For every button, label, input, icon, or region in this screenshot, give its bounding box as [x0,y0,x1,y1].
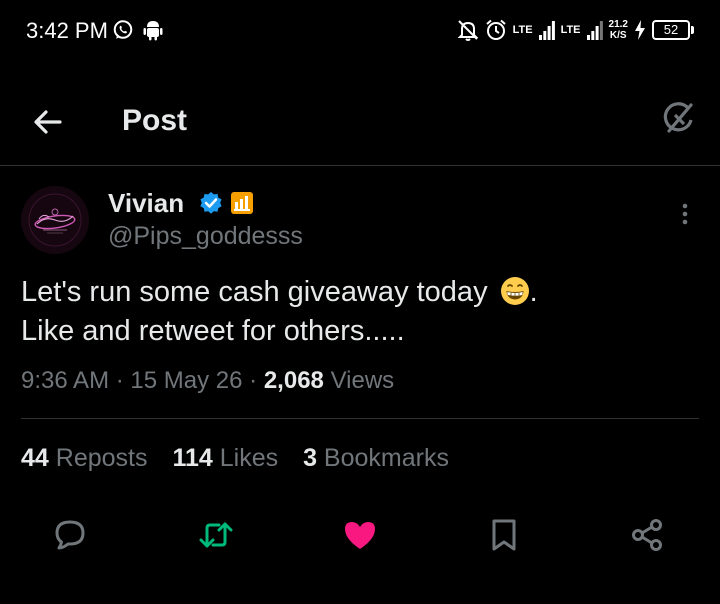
post-text-line: Let's run some cash giveaway today . [21,276,538,308]
battery-icon: 52 [652,20,694,40]
alarm-icon [485,19,506,40]
share-icon [632,519,662,551]
post-text: Let's run some cash giveaway today . Lik… [21,273,701,351]
author-name[interactable]: Vivian [108,188,184,219]
back-arrow-icon[interactable] [28,102,68,142]
reply-button[interactable] [50,515,90,555]
android-icon [143,21,163,41]
affiliate-badge-icon[interactable] [231,192,253,214]
page-title: Post [122,104,188,137]
post-time: 9:36 AM [21,367,110,394]
reposts-stat[interactable]: 44 Reposts [21,444,147,472]
network-speed: 21.2 K/S [608,19,628,41]
meta-separator: · [249,367,258,394]
post-stats: 44 Reposts 114 Likes 3 Bookmarks [21,444,467,473]
bookmarks-stat[interactable]: 3 Bookmarks [303,444,449,472]
repost-button[interactable] [196,515,236,555]
action-bar [0,515,720,555]
share-button[interactable] [627,515,667,555]
do-not-disturb-icon [457,20,479,41]
charging-icon [635,20,645,40]
post-text-line: Like and retweet for others..... [21,315,405,347]
views-count[interactable]: 2,068 [264,367,324,394]
divider [21,418,699,419]
status-time: 3:42 PM [26,18,108,43]
bookmark-icon [492,519,516,551]
more-options-icon[interactable] [674,202,696,228]
signal-icon [538,21,555,40]
reply-icon [55,520,85,550]
views-label: Views [330,367,395,394]
like-icon [345,522,375,549]
network-type-1: LTE [512,24,533,36]
like-button[interactable] [340,515,380,555]
likes-stat[interactable]: 114 Likes [172,444,278,472]
bookmark-button[interactable] [484,515,524,555]
grinning-face-icon [500,277,529,305]
avatar-logo-image [21,186,89,254]
battery-level: 52 [652,20,690,40]
status-bar: 3:42 PM LTE LTE 21.2 K/S 52 [0,0,720,62]
post-date: 15 May 26 [130,367,243,394]
meta-separator: · [115,367,124,394]
grok-icon[interactable] [658,99,698,139]
repost-icon [199,522,233,548]
whatsapp-icon [113,20,133,39]
verified-badge-icon[interactable] [199,191,223,215]
signal-icon [586,21,603,40]
author-handle[interactable]: @Pips_goddesss [108,222,303,251]
post-meta: 9:36 AM · 15 May 26 · 2,068 Views [21,367,394,395]
network-type-2: LTE [560,24,581,36]
status-indicators: LTE LTE 21.2 K/S 52 [457,17,694,43]
post-header: Post [0,62,720,166]
avatar[interactable] [21,186,89,254]
